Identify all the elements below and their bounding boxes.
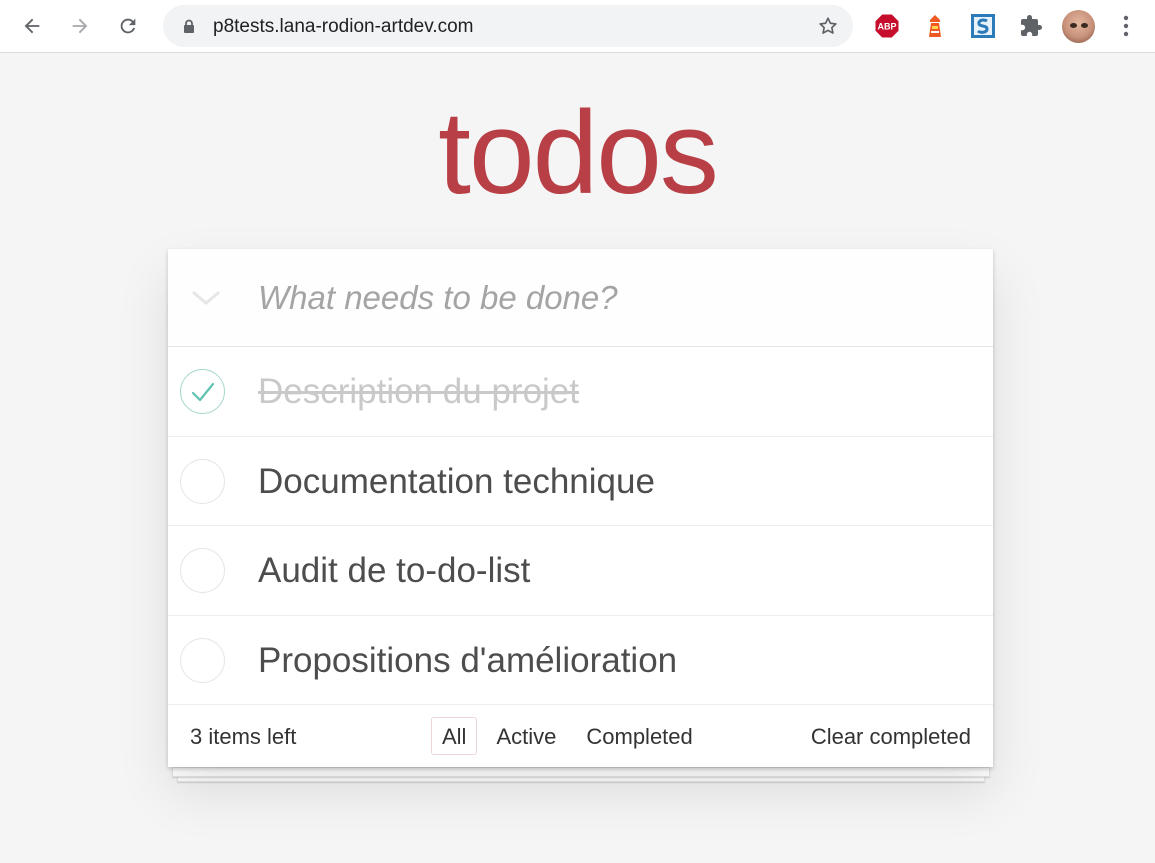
toggle-all-chevron-icon[interactable] bbox=[188, 285, 224, 309]
todo-label[interactable]: Audit de to-do-list bbox=[258, 551, 530, 591]
todo-item: Documentation technique bbox=[168, 437, 993, 526]
s-extension-button[interactable] bbox=[969, 12, 997, 40]
items-left-count: 3 items left bbox=[190, 724, 297, 749]
clear-completed-button[interactable]: Clear completed bbox=[811, 724, 971, 750]
filter-completed[interactable]: Completed bbox=[575, 717, 703, 755]
filter-all[interactable]: All bbox=[431, 717, 478, 755]
todo-footer: 3 items left All Active Completed Clear … bbox=[168, 705, 993, 767]
checkmark-icon bbox=[191, 382, 215, 402]
filter-active[interactable]: Active bbox=[485, 717, 567, 755]
browser-toolbar: p8tests.lana-rodion-artdev.com ABP bbox=[0, 0, 1155, 53]
adblock-plus-icon: ABP bbox=[874, 13, 900, 39]
app-title: todos bbox=[438, 87, 719, 219]
back-button[interactable] bbox=[14, 8, 50, 44]
profile-avatar[interactable] bbox=[1062, 10, 1095, 43]
todo-app: Description du projet Documentation tech… bbox=[168, 249, 993, 767]
todo-label[interactable]: Description du projet bbox=[258, 372, 579, 412]
forward-button[interactable] bbox=[62, 8, 98, 44]
todo-label[interactable]: Documentation technique bbox=[258, 462, 655, 502]
todo-list: Description du projet Documentation tech… bbox=[168, 347, 993, 705]
reload-icon bbox=[120, 18, 136, 34]
url-text: p8tests.lana-rodion-artdev.com bbox=[213, 16, 474, 37]
todo-checkbox[interactable] bbox=[180, 458, 225, 504]
kebab-menu-icon bbox=[1123, 15, 1129, 37]
browser-menu-button[interactable] bbox=[1108, 8, 1144, 44]
puzzle-icon bbox=[1021, 15, 1042, 36]
new-todo-input[interactable] bbox=[258, 277, 958, 319]
s-extension-icon bbox=[971, 14, 995, 38]
back-arrow-icon bbox=[24, 18, 40, 34]
lock-icon bbox=[184, 19, 194, 33]
address-bar[interactable]: p8tests.lana-rodion-artdev.com bbox=[163, 5, 853, 47]
new-todo-row bbox=[168, 249, 993, 347]
todo-item: Audit de to-do-list bbox=[168, 526, 993, 616]
todo-label[interactable]: Propositions d'amélioration bbox=[258, 641, 677, 681]
stack-shadow bbox=[172, 767, 990, 777]
avatar-eye bbox=[1081, 23, 1088, 28]
svg-text:ABP: ABP bbox=[877, 22, 896, 32]
lighthouse-icon bbox=[929, 15, 941, 37]
todo-checkbox[interactable] bbox=[180, 637, 225, 683]
filter-tabs: All Active Completed bbox=[431, 717, 712, 755]
lighthouse-extension-button[interactable] bbox=[921, 12, 949, 40]
reload-button[interactable] bbox=[110, 8, 146, 44]
forward-arrow-icon bbox=[72, 18, 88, 34]
todo-item: Description du projet bbox=[168, 347, 993, 437]
todo-checkbox[interactable] bbox=[180, 369, 225, 414]
todo-item: Propositions d'amélioration bbox=[168, 616, 993, 705]
avatar-eye bbox=[1070, 23, 1077, 28]
extensions-menu-button[interactable] bbox=[1017, 12, 1045, 40]
adblock-extension-button[interactable]: ABP bbox=[873, 12, 901, 40]
bookmark-star-icon[interactable] bbox=[817, 15, 839, 37]
todo-checkbox[interactable] bbox=[180, 548, 225, 593]
